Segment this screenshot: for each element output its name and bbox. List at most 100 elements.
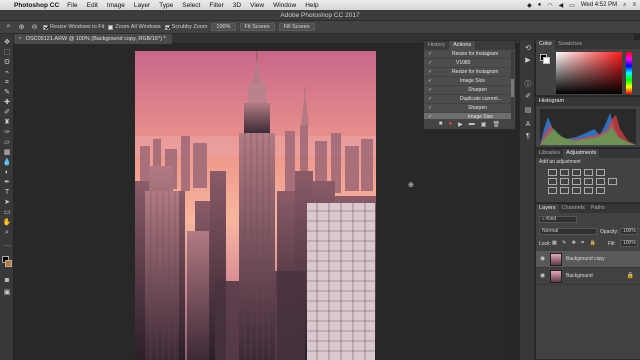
history-brush-tool-icon[interactable]: ✑: [2, 128, 12, 137]
paragraph-panel-icon[interactable]: ¶: [523, 132, 533, 142]
invert-icon[interactable]: [548, 187, 557, 194]
background-color-swatch[interactable]: [5, 260, 12, 267]
eraser-tool-icon[interactable]: ▱: [2, 138, 12, 147]
resize-windows-checkbox[interactable]: Resize Windows to Fit: [43, 24, 104, 30]
checkmark-icon[interactable]: ✓: [428, 104, 432, 113]
layer-filter-kind[interactable]: ⌕ Kind: [539, 216, 577, 223]
fill-screen-button[interactable]: Fill Screen: [278, 23, 315, 31]
action-row[interactable]: ✓ Resize for Instagram: [424, 68, 512, 77]
info-panel-icon[interactable]: ⓘ: [523, 80, 533, 90]
color-balance-icon[interactable]: [560, 178, 569, 185]
visibility-eye-icon[interactable]: ◉: [540, 272, 545, 279]
app-menu[interactable]: Photoshop CC: [14, 2, 59, 9]
battery-icon[interactable]: ▭: [569, 2, 575, 9]
actions-panel-icon[interactable]: ▶: [523, 56, 533, 66]
crop-tool-icon[interactable]: ⌗: [2, 78, 12, 87]
tab-layers[interactable]: Layers: [536, 204, 559, 213]
menu-select[interactable]: Select: [182, 2, 200, 9]
quick-select-tool-icon[interactable]: ⌁: [2, 68, 12, 77]
new-set-icon[interactable]: ▬: [469, 121, 475, 127]
checkmark-icon[interactable]: ✓: [428, 68, 432, 77]
blur-tool-icon[interactable]: 💧: [2, 158, 12, 167]
vibrance-icon[interactable]: [596, 169, 605, 176]
dodge-tool-icon[interactable]: ◐: [2, 168, 12, 177]
wifi-icon[interactable]: ◠: [547, 2, 552, 9]
menu-view[interactable]: View: [250, 2, 264, 9]
actions-scrollbar[interactable]: [511, 51, 514, 119]
document-tab[interactable]: × DSC05121.ARW @ 100% (Background copy, …: [14, 34, 172, 44]
checkbox-box[interactable]: [43, 24, 48, 30]
new-action-icon[interactable]: ▣: [481, 121, 487, 128]
fit-screen-button[interactable]: Fit Screen: [239, 23, 275, 31]
tab-adjustments[interactable]: Adjustments: [563, 149, 600, 158]
checkmark-icon[interactable]: ✓: [428, 95, 432, 104]
more-tools-icon[interactable]: …: [2, 240, 12, 249]
checkmark-icon[interactable]: ✓: [428, 59, 432, 68]
menu-type[interactable]: Type: [159, 2, 173, 9]
checkmark-icon[interactable]: ✓: [428, 50, 432, 59]
close-icon[interactable]: ×: [18, 34, 22, 44]
pen-tool-icon[interactable]: ✒: [2, 178, 12, 187]
volume-icon[interactable]: ◀: [559, 2, 564, 9]
layer-row-background-copy[interactable]: ◉ Background copy: [536, 251, 640, 268]
path-select-tool-icon[interactable]: ➤: [2, 198, 12, 207]
menu-file[interactable]: File: [67, 2, 77, 9]
menu-filter[interactable]: Filter: [209, 2, 223, 9]
hand-tool-icon[interactable]: ✋: [2, 218, 12, 227]
brush-settings-icon[interactable]: ✐: [523, 92, 533, 102]
checkmark-icon[interactable]: ✓: [428, 86, 432, 95]
zoom-all-checkbox[interactable]: Zoom All Windows: [108, 24, 161, 30]
hue-saturation-icon[interactable]: [548, 178, 557, 185]
trash-icon[interactable]: 🗑: [492, 121, 500, 128]
action-row[interactable]: ✓ Image Size: [424, 77, 512, 86]
layer-row-background[interactable]: ◉ Background 🔒: [536, 268, 640, 285]
tab-paths[interactable]: Paths: [588, 204, 608, 213]
healing-tool-icon[interactable]: ✚: [2, 98, 12, 107]
tab-color[interactable]: Color: [536, 40, 556, 49]
scrubby-zoom-checkbox[interactable]: Scrubby Zoom: [164, 24, 207, 30]
channel-mixer-icon[interactable]: [596, 178, 605, 185]
checkmark-icon[interactable]: ✓: [428, 77, 432, 86]
visibility-eye-icon[interactable]: ◉: [540, 255, 545, 262]
blend-mode-select[interactable]: Normal: [539, 228, 597, 235]
checkbox-box[interactable]: [108, 24, 114, 30]
color-lookup-icon[interactable]: [608, 178, 617, 185]
color-field[interactable]: [556, 52, 622, 94]
menu-image[interactable]: Image: [107, 2, 125, 9]
tab-channels[interactable]: Channels: [559, 204, 588, 213]
zoom-in-icon[interactable]: ⊕: [17, 23, 26, 31]
fill-field[interactable]: 100%: [620, 240, 638, 247]
action-row[interactable]: ✓ Sharpen: [424, 104, 512, 113]
status-circle-icon[interactable]: ●: [538, 2, 542, 8]
search-icon[interactable]: ⌕: [623, 2, 626, 9]
tab-swatches[interactable]: Swatches: [555, 40, 585, 49]
shape-tool-icon[interactable]: ▭: [2, 208, 12, 217]
tab-actions[interactable]: Actions: [449, 41, 476, 50]
menu-help[interactable]: Help: [305, 2, 318, 9]
document-image[interactable]: [135, 51, 376, 360]
marquee-tool-icon[interactable]: ⬚: [2, 48, 12, 57]
levels-icon[interactable]: [560, 169, 569, 176]
brightness-contrast-icon[interactable]: [548, 169, 557, 176]
action-row[interactable]: ✓ Resize for Instagram: [424, 50, 512, 59]
screen-mode-icon[interactable]: ▣: [2, 288, 12, 297]
photo-filter-icon[interactable]: [584, 178, 593, 185]
action-row[interactable]: ✓ Sharpen: [424, 86, 512, 95]
action-row[interactable]: ✓ V1080: [424, 59, 512, 68]
stop-icon[interactable]: ■: [439, 121, 443, 127]
record-icon[interactable]: ●: [449, 121, 453, 127]
posterize-icon[interactable]: [560, 187, 569, 194]
play-icon[interactable]: ▶: [458, 121, 463, 128]
checkbox-box[interactable]: [164, 24, 170, 30]
hue-slider[interactable]: [626, 52, 632, 94]
curves-icon[interactable]: [572, 169, 581, 176]
action-row[interactable]: ✓ Duplicate current...: [424, 95, 512, 104]
threshold-icon[interactable]: [572, 187, 581, 194]
zoom-tool-icon[interactable]: ⌕: [2, 228, 12, 237]
zoom-100-button[interactable]: 100%: [211, 23, 236, 31]
brush-tool-icon[interactable]: ✐: [2, 108, 12, 117]
menu-window[interactable]: Window: [273, 2, 296, 9]
tab-history[interactable]: History: [424, 41, 449, 50]
menu-edit[interactable]: Edit: [87, 2, 98, 9]
clock[interactable]: Wed 4:52 PM: [581, 2, 617, 8]
